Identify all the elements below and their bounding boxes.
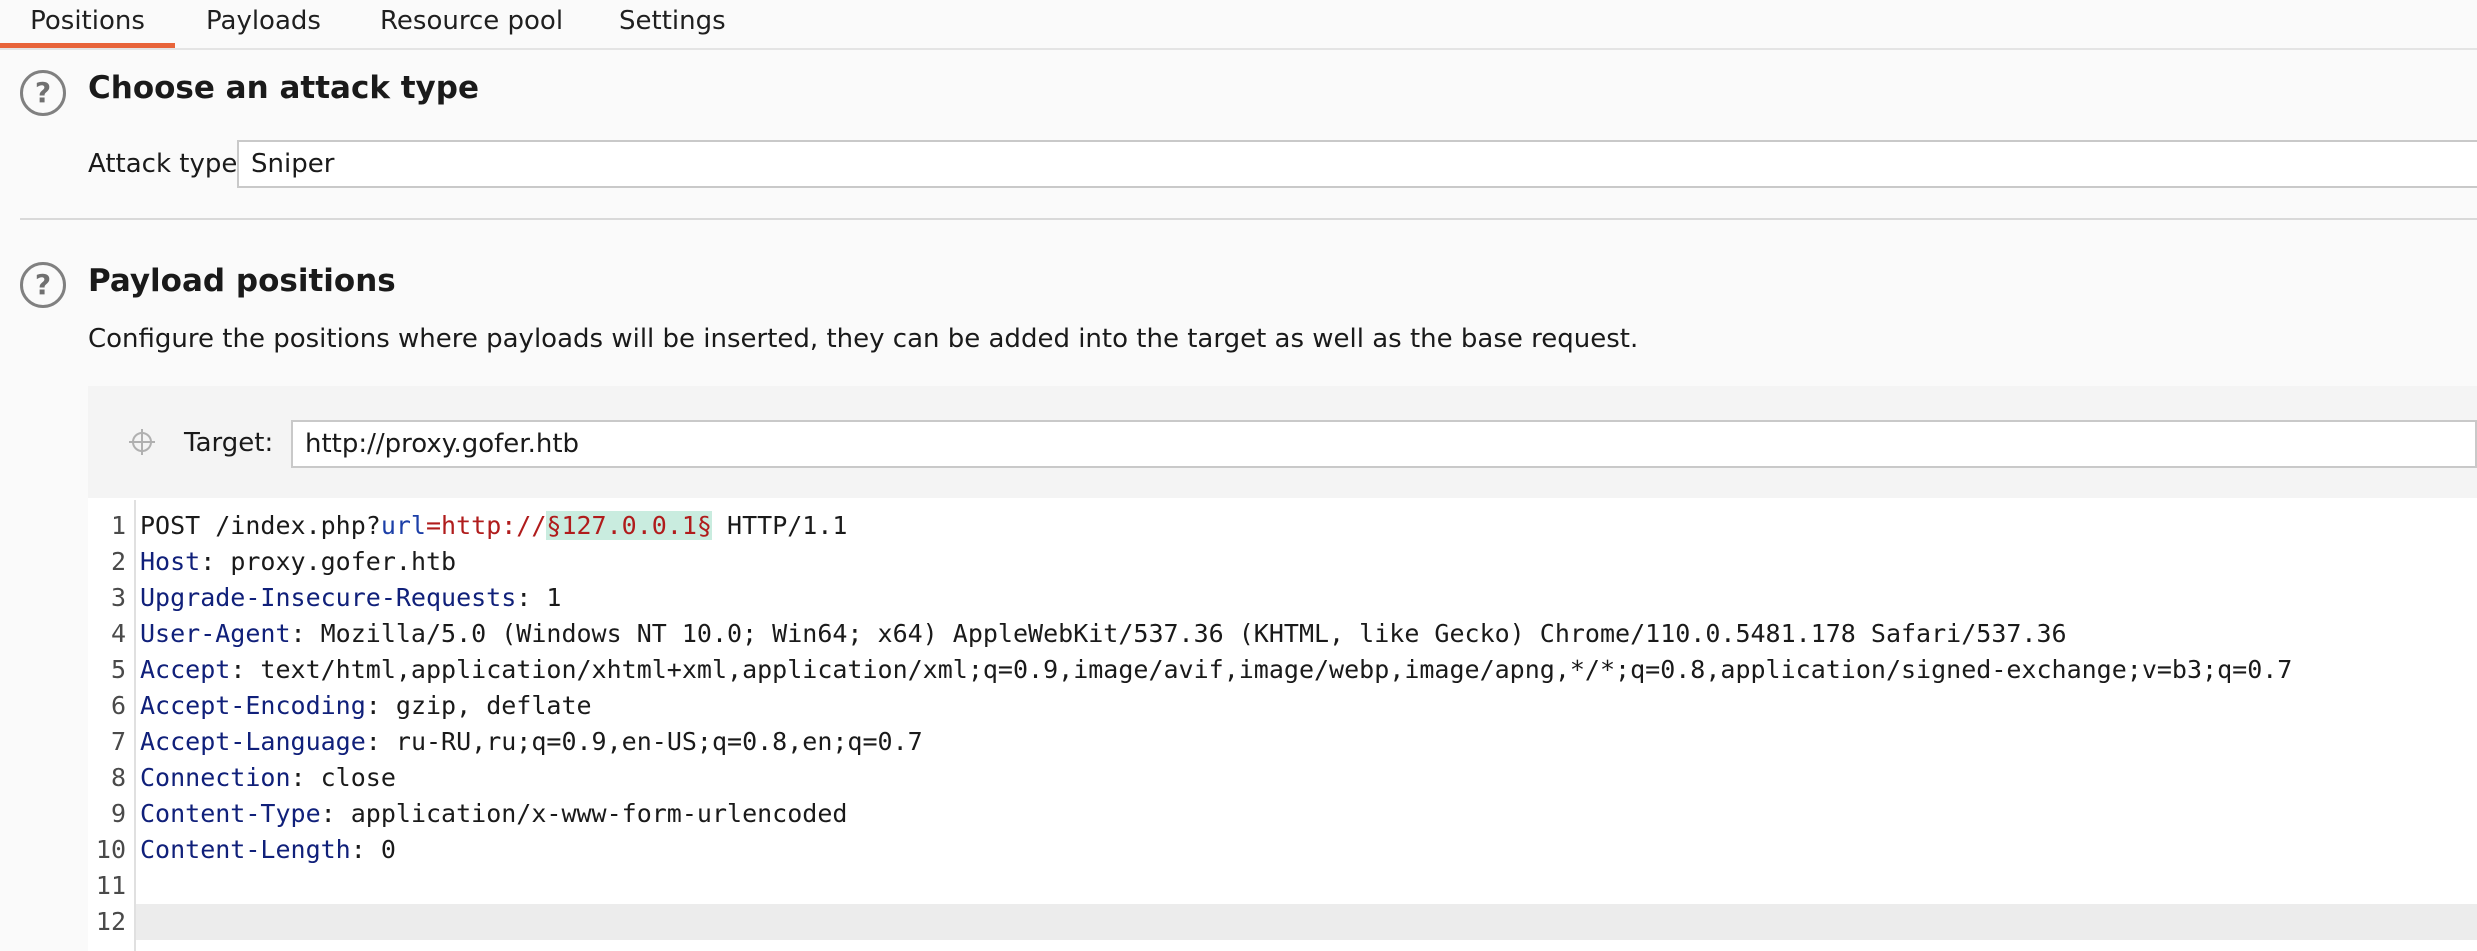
header-separator: :	[230, 655, 261, 684]
header-value: 1	[546, 583, 562, 612]
line-number: 1	[110, 511, 126, 540]
help-circle-icon[interactable]: ?	[20, 262, 66, 308]
line-number: 12	[95, 907, 126, 936]
header-name: Content-Type	[140, 799, 321, 828]
header-separator: :	[290, 763, 321, 792]
header-line[interactable]: Accept: text/html,application/xhtml+xml,…	[140, 652, 2292, 688]
attack-type-title: Choose an attack type	[88, 70, 479, 106]
header-separator: :	[320, 799, 351, 828]
line-number: 11	[95, 871, 126, 900]
line-number: 9	[110, 799, 126, 828]
payload-positions-title: Payload positions	[88, 263, 396, 299]
attack-type-label: Attack type:	[88, 149, 247, 179]
header-line[interactable]: Accept-Encoding: gzip, deflate	[140, 688, 592, 724]
tab-settings[interactable]: Settings	[619, 0, 726, 46]
header-value: text/html,application/xhtml+xml,applicat…	[260, 655, 2293, 684]
line-number: 10	[95, 835, 126, 864]
tab-positions[interactable]: Positions	[0, 0, 175, 48]
header-line[interactable]: Accept-Language: ru-RU,ru;q=0.9,en-US;q=…	[140, 724, 923, 760]
query-param-name: url	[380, 511, 426, 540]
header-line[interactable]: Upgrade-Insecure-Requests: 1	[140, 580, 561, 616]
current-line-highlight	[136, 904, 2477, 940]
query-equals: =	[425, 511, 442, 540]
header-value: 0	[380, 835, 396, 864]
header-separator: :	[350, 835, 381, 864]
header-value: Mozilla/5.0 (Windows NT 10.0; Win64; x64…	[320, 619, 2067, 648]
payload-positions-description: Configure the positions where payloads w…	[88, 324, 1639, 354]
header-name: Host	[140, 547, 201, 576]
request-protocol: HTTP/1.1	[711, 511, 848, 540]
header-value: proxy.gofer.htb	[230, 547, 457, 576]
target-label: Target:	[184, 428, 274, 458]
header-name: Accept	[140, 655, 231, 684]
help-circle-icon[interactable]: ?	[20, 70, 66, 116]
section-divider	[20, 218, 2477, 220]
header-value: close	[320, 763, 396, 792]
line-number: 3	[110, 583, 126, 612]
header-separator: :	[290, 619, 321, 648]
header-name: Connection	[140, 763, 291, 792]
header-line[interactable]: Content-Length: 0	[140, 832, 396, 868]
attack-type-select[interactable]: Sniper	[237, 140, 2477, 188]
line-number: 4	[110, 619, 126, 648]
line-number: 2	[110, 547, 126, 576]
header-line[interactable]: Host: proxy.gofer.htb	[140, 544, 456, 580]
header-line[interactable]: User-Agent: Mozilla/5.0 (Windows NT 10.0…	[140, 616, 2067, 652]
header-value: ru-RU,ru;q=0.9,en-US;q=0.8,en;q=0.7	[395, 727, 923, 756]
tab-payloads[interactable]: Payloads	[206, 0, 321, 46]
header-separator: :	[365, 691, 396, 720]
payload-position-marker[interactable]: §127.0.0.1§	[546, 511, 712, 540]
header-value: gzip, deflate	[395, 691, 592, 720]
tab-bar: Positions Payloads Resource pool Setting…	[0, 0, 2477, 50]
line-number: 5	[110, 655, 126, 684]
header-name: Accept-Language	[140, 727, 366, 756]
crosshair-icon[interactable]	[128, 428, 156, 456]
header-line[interactable]: Connection: close	[140, 760, 396, 796]
line-number: 7	[110, 727, 126, 756]
line-number: 6	[110, 691, 126, 720]
header-line[interactable]: Content-Type: application/x-www-form-url…	[140, 796, 847, 832]
header-name: User-Agent	[140, 619, 291, 648]
header-value: application/x-www-form-urlencoded	[350, 799, 848, 828]
request-method-path: POST /index.php?	[140, 511, 381, 540]
header-name: Accept-Encoding	[140, 691, 366, 720]
tab-resource-pool[interactable]: Resource pool	[380, 0, 563, 46]
request-line[interactable]: POST /index.php?url=http://§127.0.0.1§ H…	[140, 508, 847, 544]
header-separator: :	[200, 547, 231, 576]
line-number: 8	[110, 763, 126, 792]
header-name: Content-Length	[140, 835, 351, 864]
target-input[interactable]: http://proxy.gofer.htb	[291, 420, 2477, 468]
query-scheme: http://	[441, 511, 547, 540]
header-separator: :	[516, 583, 547, 612]
header-name: Upgrade-Insecure-Requests	[140, 583, 517, 612]
header-separator: :	[365, 727, 396, 756]
